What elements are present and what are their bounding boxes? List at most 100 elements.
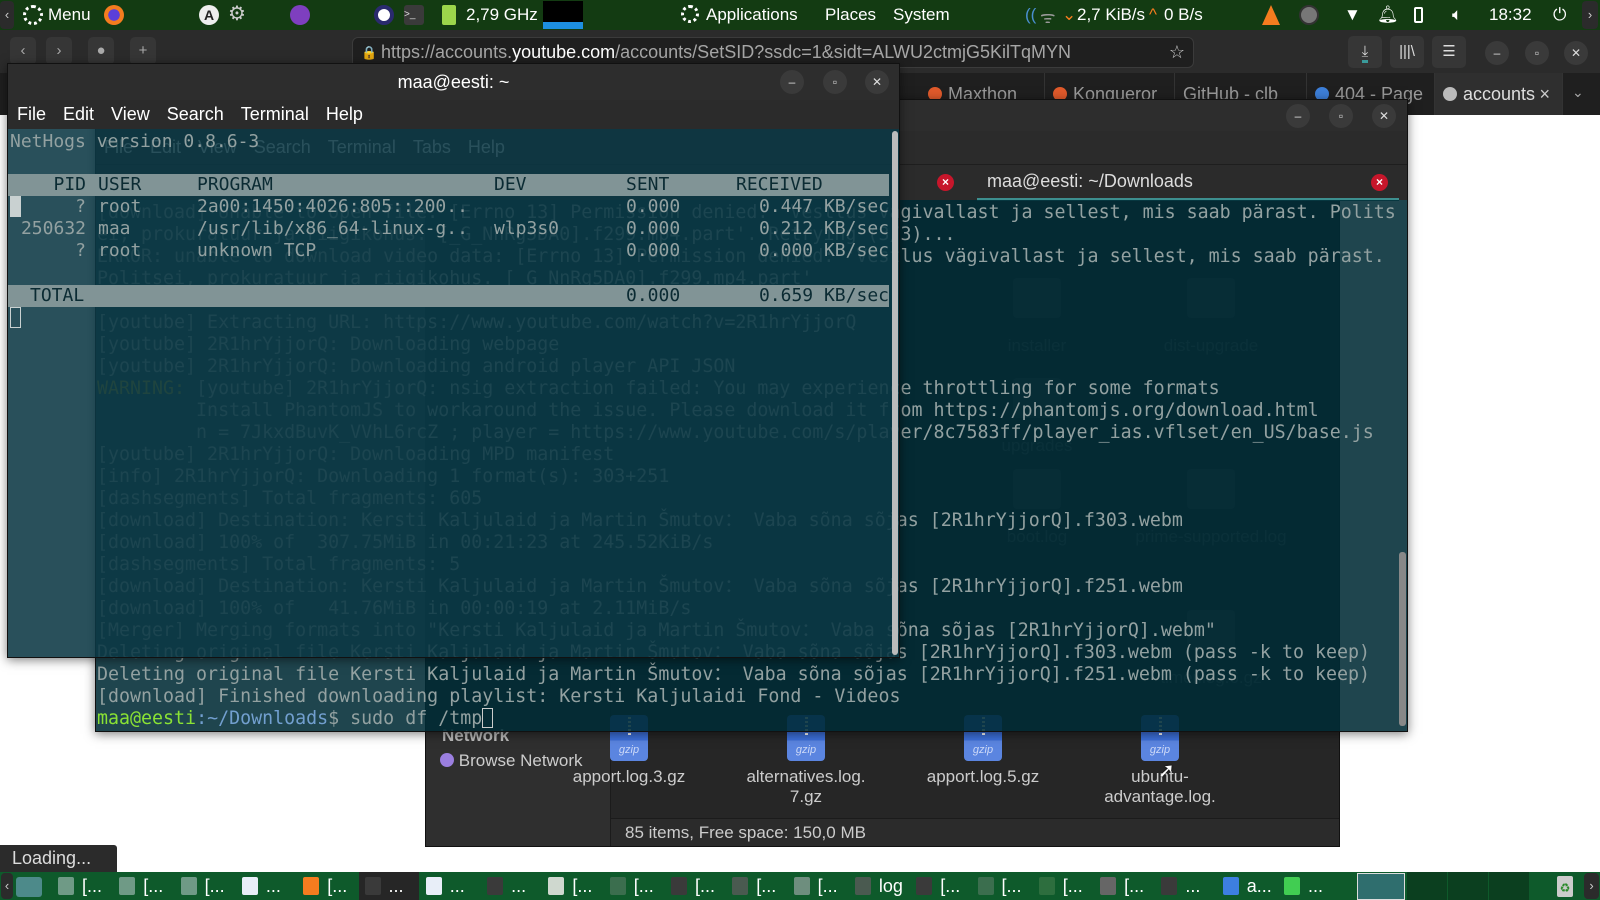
taskbar-item[interactable]: [...	[910, 872, 970, 900]
tab-close-icon[interactable]: ×	[1371, 174, 1388, 191]
forward-button[interactable]: ›	[46, 37, 72, 65]
menu-file[interactable]: File	[17, 100, 46, 129]
close-button[interactable]: ✕	[1372, 104, 1396, 128]
terminal-icon[interactable]: >_	[404, 5, 424, 25]
browser-minimize-button[interactable]: –	[1485, 41, 1509, 65]
menu-help[interactable]: Help	[326, 100, 363, 129]
wifi-icon[interactable]: ▼	[1344, 5, 1361, 25]
taskbar-item[interactable]: ...	[420, 872, 480, 900]
opera-icon[interactable]	[374, 5, 394, 25]
menu-edit[interactable]: Edit	[63, 100, 94, 129]
back-button[interactable]: ‹	[10, 37, 36, 65]
maximize-button[interactable]: ▫	[823, 70, 847, 94]
taskbar-item[interactable]: [...	[52, 872, 112, 900]
terminal-icon	[671, 877, 687, 895]
downloads-button[interactable]: ⤓	[1348, 36, 1382, 68]
volume-icon[interactable]: 🔈︎	[1452, 5, 1462, 25]
taskbar-item[interactable]: [...	[665, 872, 725, 900]
workspace-2[interactable]	[1407, 872, 1447, 900]
library-button[interactable]: |||\	[1390, 36, 1424, 68]
browser-restore-button[interactable]: ▫	[1525, 41, 1549, 65]
minimize-button[interactable]: –	[1286, 104, 1310, 128]
taskbar-item[interactable]: [...	[1094, 872, 1154, 900]
taskbar-item-label: [...	[695, 876, 716, 896]
nethogs-process-row[interactable]: ? root unknown TCP 0.000 0.000 KB/sec	[8, 240, 889, 262]
wifi-small-icon: ᯤ	[1040, 8, 1056, 27]
notification-bell-icon[interactable]: 🔔︎	[1377, 5, 1399, 25]
terminal-scrollbar-thumb[interactable]	[1399, 552, 1406, 726]
show-desktop-icon[interactable]	[16, 877, 42, 897]
bottom-taskbar: ‹ [... [... [...... [............ [... [... [.…	[0, 872, 1600, 900]
favicon-icon	[1443, 87, 1457, 101]
tab-close-icon[interactable]: ×	[1539, 73, 1550, 115]
menu-terminal[interactable]: Terminal	[241, 100, 309, 129]
terminal-scrollbar-thumb[interactable]	[892, 131, 898, 655]
menu-button[interactable]: Menu	[48, 5, 91, 25]
taskbar-item[interactable]: ...	[236, 872, 296, 900]
taskbar-item[interactable]: ...	[1155, 872, 1215, 900]
taskbar-item[interactable]: a...	[1217, 872, 1277, 900]
taskbar-item[interactable]: [...	[788, 872, 848, 900]
panel-right-arrow[interactable]: ›	[1582, 1, 1598, 29]
cell-sent: 0.000	[626, 196, 681, 217]
panel-left-arrow[interactable]: ‹	[0, 1, 14, 29]
trash-icon[interactable]: ♻	[1557, 876, 1573, 897]
nethogs-output[interactable]: NetHogs version 0.8.6-3 PID USER PROGRAM…	[8, 129, 899, 657]
workspace-4[interactable]	[1489, 872, 1529, 900]
record-button[interactable]: ●	[88, 37, 114, 65]
taskbar-item[interactable]: ...	[1278, 872, 1338, 900]
tab-list-chevron-icon[interactable]: ⌄	[1572, 84, 1584, 101]
bookmark-star-icon[interactable]: ☆	[1169, 38, 1185, 67]
workspace-1[interactable]	[1357, 873, 1405, 900]
browser-close-button[interactable]: ✕	[1564, 41, 1588, 65]
clock[interactable]: 18:32	[1489, 5, 1532, 25]
taskbar-right-arrow[interactable]: ›	[1584, 873, 1599, 899]
tor-browser-icon[interactable]	[290, 5, 310, 25]
cell-program: unknown TCP	[197, 240, 317, 261]
folder-icon	[732, 877, 749, 895]
taskbar-item[interactable]: [...	[972, 872, 1032, 900]
video-icon	[1100, 877, 1117, 895]
maximize-button[interactable]: ▫	[1329, 104, 1353, 128]
terminal-line: Deleting original file Kersti Kaljulaid …	[97, 664, 1370, 686]
taskbar-item[interactable]: [...	[175, 872, 235, 900]
taskbar-item[interactable]: [...	[113, 872, 173, 900]
nethogs-version: NetHogs version 0.8.6-3	[10, 131, 260, 152]
font-viewer-icon[interactable]: A	[199, 5, 219, 25]
menu-search[interactable]: Search	[167, 100, 224, 129]
system-menu[interactable]: System	[893, 5, 950, 25]
app-menu-button[interactable]: ☰	[1432, 36, 1466, 68]
tab-close-icon[interactable]: ×	[937, 174, 954, 191]
workspace-3[interactable]	[1448, 872, 1488, 900]
file-name: alternatives.log. 7.gz	[746, 767, 866, 806]
power-icon[interactable]: ⏻	[1553, 5, 1566, 25]
battery-icon[interactable]	[1414, 7, 1423, 23]
taskbar-item[interactable]: ...	[481, 872, 541, 900]
firefox-icon[interactable]	[104, 5, 124, 25]
indicator-icon[interactable]	[1299, 5, 1319, 25]
system-monitor-graph[interactable]	[543, 1, 583, 29]
minimize-button[interactable]: –	[780, 70, 804, 94]
settings-gear-icon[interactable]: ⚙	[228, 4, 248, 24]
nethogs-process-row[interactable]: 250632 maa/usr/lib/x86_64-linux-g.. wlp3s0…	[8, 218, 889, 240]
terminal-line: [download] Finished downloading playlist…	[97, 686, 900, 708]
taskbar-item[interactable]: [...	[542, 872, 602, 900]
menu-view[interactable]: View	[111, 100, 150, 129]
taskbar-item[interactable]: [...	[726, 872, 786, 900]
places-menu[interactable]: Places	[825, 5, 876, 25]
taskbar-item[interactable]: log	[849, 872, 909, 900]
taskbar-left-arrow[interactable]: ‹	[1, 873, 13, 899]
nethogs-process-row[interactable]: ? root 2a00:1450:4026:805::200.. 0.000 0.447…	[8, 196, 889, 218]
close-button[interactable]: ✕	[865, 70, 889, 94]
terminal-prompt-line[interactable]: maa@eesti:~/Downloads$ sudo df /tmp	[97, 708, 494, 730]
taskbar-item[interactable]: [...	[1033, 872, 1093, 900]
new-tab-button[interactable]: +	[130, 37, 156, 65]
applications-menu[interactable]: Applications	[706, 5, 798, 25]
browser-tab[interactable]: accounts ×	[1435, 73, 1563, 115]
taskbar-item[interactable]: [...	[297, 872, 357, 900]
taskbar-item[interactable]: [...	[604, 872, 664, 900]
taskbar-item[interactable]: ...	[358, 872, 419, 900]
vlc-icon[interactable]	[1262, 5, 1280, 25]
taskbar-item-label: log	[878, 876, 903, 896]
terminal-tab-downloads[interactable]: maa@eesti: ~/Downloads ×	[977, 165, 1399, 201]
